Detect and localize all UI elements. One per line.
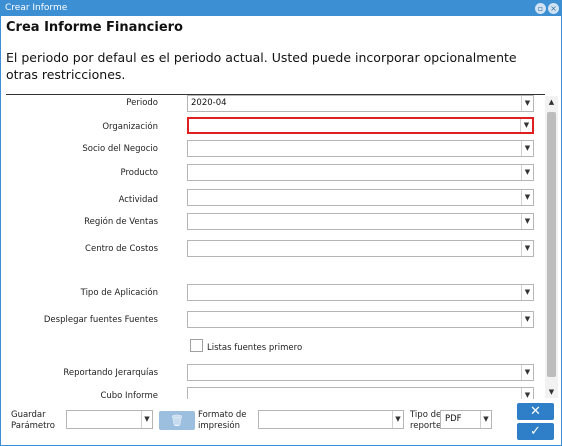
chevron-down-icon[interactable]: ▼	[521, 190, 533, 205]
tipo-label-line2: reporte	[410, 421, 442, 431]
formato-label: Formato de impresión	[198, 410, 246, 432]
maximize-icon[interactable]: ▫	[535, 3, 546, 14]
cubo-combo[interactable]: ▼	[187, 387, 534, 399]
chevron-down-icon[interactable]: ▼	[480, 411, 491, 428]
chevron-down-icon[interactable]: ▼	[521, 214, 533, 229]
form-scrollbar[interactable]: ▲ ▼	[545, 96, 558, 398]
formato-label-line1: Formato de	[198, 410, 247, 420]
chevron-down-icon[interactable]: ▼	[392, 411, 403, 428]
tipo-aplicacion-combo[interactable]: ▼	[187, 284, 534, 301]
listas-label: Listas fuentes primero	[207, 343, 303, 353]
label-cubo: Cubo Informe	[100, 391, 158, 399]
window-title: Crear Informe	[5, 3, 68, 13]
dialog-footer: Guardar Parámetro ▼ 🗑 Formato de impresi…	[1, 399, 561, 445]
periodo-value: 2020-04	[191, 98, 227, 108]
check-icon: ✓	[530, 424, 541, 439]
socio-combo[interactable]: ▼	[187, 140, 534, 157]
guardar-label: Guardar Parámetro	[11, 410, 55, 432]
trash-icon: 🗑	[170, 414, 184, 427]
chevron-down-icon[interactable]: ▼	[521, 141, 533, 156]
chevron-down-icon[interactable]: ▼	[521, 96, 533, 111]
region-combo[interactable]: ▼	[187, 213, 534, 230]
label-desplegar: Desplegar fuentes Fuentes	[43, 315, 158, 325]
label-producto: Producto	[120, 168, 158, 178]
centro-combo[interactable]: ▼	[187, 240, 534, 257]
formato-impresion-combo[interactable]: ▼	[258, 410, 404, 429]
chevron-down-icon[interactable]: ▼	[521, 365, 533, 380]
desplegar-combo[interactable]: ▼	[187, 311, 534, 328]
parameter-form: Periodo 2020-04 ▼ Organización ▼ Socio d…	[1, 95, 543, 399]
actividad-combo[interactable]: ▼	[187, 189, 534, 206]
jerarquias-combo[interactable]: ▼	[187, 364, 534, 381]
guardar-parametro-combo[interactable]: ▼	[66, 410, 153, 429]
tipo-label-line1: Tipo de	[410, 410, 442, 420]
producto-combo[interactable]: ▼	[187, 164, 534, 181]
chevron-down-icon[interactable]: ▼	[141, 411, 152, 428]
chevron-down-icon[interactable]: ▼	[521, 165, 533, 180]
tipo-reporte-combo[interactable]: PDF ▼	[440, 410, 492, 429]
formato-label-line2: impresión	[198, 421, 240, 431]
guardar-label-line1: Guardar	[11, 410, 46, 420]
label-actividad: Actividad	[118, 195, 158, 205]
ok-button[interactable]: ✓	[517, 423, 554, 440]
guardar-label-line2: Parámetro	[11, 421, 56, 431]
label-centro: Centro de Costos	[85, 244, 158, 254]
label-jerarquias: Reportando Jerarquías	[63, 368, 158, 378]
dialog-title: Crea Informe Financiero	[6, 20, 183, 35]
dialog-description: El periodo por defaul es el periodo actu…	[6, 50, 517, 82]
report-dialog: Crear Informe ▫ × Crea Informe Financier…	[0, 0, 562, 446]
listas-checkbox[interactable]	[190, 339, 203, 352]
chevron-down-icon[interactable]: ▼	[521, 388, 533, 399]
dialog-header: Crea Informe Financiero El periodo por d…	[1, 16, 561, 94]
tipo-reporte-label: Tipo de reporte	[410, 410, 441, 432]
label-region: Región de Ventas	[84, 217, 158, 227]
close-icon[interactable]: ×	[548, 3, 559, 14]
scrollbar-thumb[interactable]	[547, 112, 556, 377]
label-tipo-aplicacion: Tipo de Aplicación	[80, 288, 158, 298]
chevron-down-icon[interactable]: ▼	[520, 119, 532, 132]
scroll-down-icon[interactable]: ▼	[545, 386, 558, 398]
tipo-reporte-value: PDF	[445, 414, 462, 424]
cancel-button[interactable]: ✕	[517, 403, 554, 420]
label-organizacion: Organización	[102, 122, 158, 132]
chevron-down-icon[interactable]: ▼	[521, 312, 533, 327]
scroll-up-icon[interactable]: ▲	[545, 96, 558, 108]
delete-parameter-button[interactable]: 🗑	[159, 411, 195, 430]
organizacion-combo[interactable]: ▼	[187, 117, 534, 134]
label-socio: Socio del Negocio	[82, 144, 158, 154]
close-icon: ✕	[530, 404, 541, 419]
chevron-down-icon[interactable]: ▼	[521, 285, 533, 300]
label-periodo: Periodo	[126, 98, 158, 108]
title-bar: Crear Informe ▫ ×	[1, 1, 561, 16]
periodo-combo[interactable]: 2020-04 ▼	[187, 95, 534, 112]
chevron-down-icon[interactable]: ▼	[521, 241, 533, 256]
